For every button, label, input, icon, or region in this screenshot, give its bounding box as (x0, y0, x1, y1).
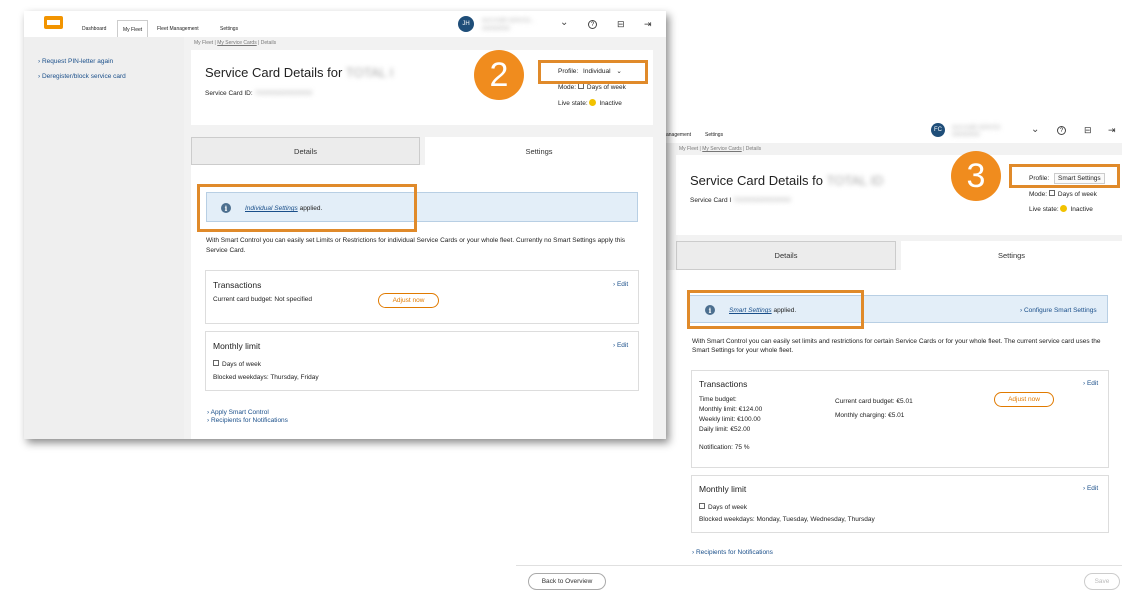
live-state-row: Live state: Inactive (1029, 205, 1093, 213)
monthly-limit-title: Monthly limit (213, 341, 261, 351)
user-id: 0000000000 (482, 26, 510, 32)
chevron-down-icon[interactable]: ⌄ (560, 17, 568, 28)
page-title: Service Card Details for TOTAL I (205, 65, 394, 80)
calendar-icon (213, 360, 219, 366)
monthly-limit-title: Monthly limit (699, 484, 747, 494)
highlight-individual-settings (197, 184, 417, 232)
transactions-edit-link[interactable]: › Edit (613, 281, 628, 288)
user-id: 0000000000 (952, 132, 980, 138)
adjust-now-button[interactable]: Adjust now (994, 392, 1054, 407)
avatar[interactable]: JH (458, 16, 474, 32)
chevron-down-icon[interactable]: ⌄ (1031, 124, 1039, 135)
transactions-title: Transactions (213, 280, 262, 290)
service-card-id: Service Card ID: 7000000000000000 (205, 90, 313, 97)
sidebar: › Request PIN-letter again › Deregister/… (24, 37, 184, 439)
logout-icon[interactable]: ⇥ (644, 19, 652, 30)
nav-settings[interactable]: Settings (705, 132, 723, 138)
tab-details[interactable]: Details (676, 241, 896, 270)
mode-row: Mode: Days of week (558, 83, 626, 91)
step-2-badge: 2 (474, 50, 524, 100)
logout-icon[interactable]: ⇥ (1108, 125, 1116, 136)
status-dot-icon (1060, 205, 1068, 212)
monthly-limit-box: Monthly limit › Edit Days of week Blocke… (691, 475, 1109, 533)
description: With Smart Control you can easily set li… (692, 338, 1101, 354)
cart-icon[interactable]: ⊟ (617, 19, 625, 30)
recipients-link[interactable]: › Recipients for Notifications (207, 417, 288, 424)
adjust-now-button[interactable]: Adjust now (378, 293, 439, 308)
service-card-id: Service Card I 7000000000000000 (690, 197, 791, 204)
nav-settings[interactable]: Settings (220, 26, 238, 32)
cart-icon[interactable]: ⊟ (1084, 125, 1092, 136)
save-button[interactable]: Save (1084, 573, 1120, 590)
step-3-badge: 3 (951, 151, 1001, 201)
nav-my-fleet[interactable]: My Fleet (117, 20, 149, 37)
sidebar-item-request-pin[interactable]: › Request PIN-letter again (38, 58, 113, 65)
left-header: Dashboard My Fleet Fleet Management Sett… (24, 11, 666, 37)
page-title: Service Card Details fo TOTAL ID (690, 173, 884, 188)
apply-smart-control-link[interactable]: › Apply Smart Control (207, 409, 269, 416)
transactions-box: Transactions › Edit Time budget: Monthly… (691, 370, 1109, 468)
dkv-logo (44, 16, 63, 29)
nav-fleet-management[interactable]: anagement (666, 132, 691, 138)
user-name: AUS KUBE SERVICE... (482, 18, 535, 24)
tab-details[interactable]: Details (191, 137, 420, 165)
nav-dashboard[interactable]: Dashboard (82, 26, 106, 32)
monthly-limit-edit-link[interactable]: › Edit (1083, 485, 1098, 492)
sidebar-item-deregister[interactable]: › Deregister/block service card (38, 73, 126, 80)
highlight-profile-individual (538, 60, 648, 84)
help-icon[interactable]: ? (588, 20, 597, 29)
configure-smart-settings-link[interactable]: › Configure Smart Settings (1020, 307, 1097, 314)
monthly-limit-box: Monthly limit › Edit Days of week Blocke… (205, 331, 639, 391)
mode-row: Mode: Days of week (1029, 190, 1097, 198)
avatar[interactable]: FC (931, 123, 945, 137)
breadcrumb: My Fleet | My Service Cards | Details (679, 146, 762, 152)
calendar-icon (699, 503, 705, 509)
breadcrumb: My Fleet | My Service Cards | Details (194, 40, 277, 46)
tab-settings[interactable]: Settings (901, 241, 1122, 270)
user-name: AUS KUBE SERVICE (952, 125, 1001, 131)
help-icon[interactable]: ? (1057, 126, 1066, 135)
status-dot-icon (589, 99, 597, 106)
tab-settings[interactable]: Settings (425, 137, 653, 165)
recipients-link[interactable]: › Recipients for Notifications (692, 549, 773, 556)
highlight-smart-settings (687, 290, 864, 329)
back-to-overview-button[interactable]: Back to Overview (528, 573, 606, 590)
footer-bar: Back to Overview Save (516, 565, 1122, 595)
transactions-box: Transactions › Edit Current card budget:… (205, 270, 639, 324)
description: With Smart Control you can easily set Li… (206, 237, 626, 254)
transactions-edit-link[interactable]: › Edit (1083, 380, 1098, 387)
calendar-icon (1048, 190, 1055, 196)
monthly-limit-edit-link[interactable]: › Edit (613, 342, 628, 349)
highlight-profile-smart (1009, 164, 1120, 188)
transactions-title: Transactions (699, 379, 748, 389)
nav-fleet-management[interactable]: Fleet Management (157, 26, 199, 32)
live-state-row: Live state: Inactive (558, 99, 622, 107)
